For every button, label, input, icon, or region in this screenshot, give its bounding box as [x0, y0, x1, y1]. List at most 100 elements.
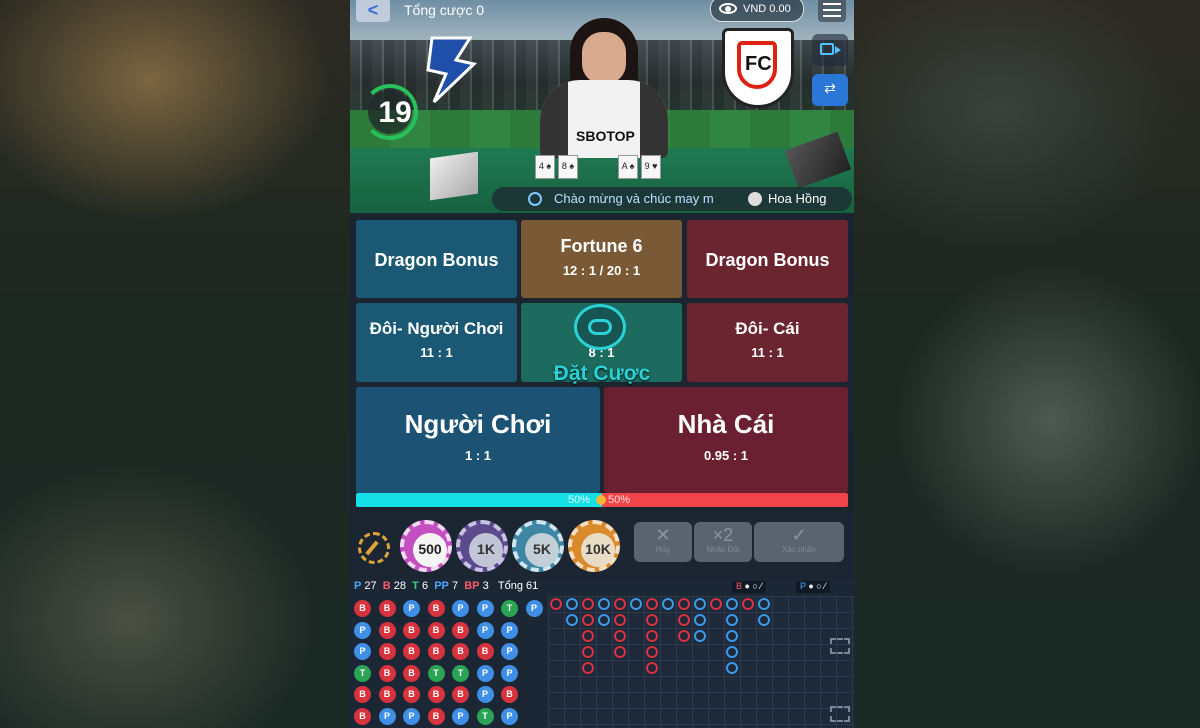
banker-ratio-fill [602, 493, 848, 507]
big-road-banker-mark [646, 598, 658, 610]
bead-player: P [476, 686, 494, 703]
camera-icon [820, 43, 841, 55]
chips-icon [574, 304, 626, 350]
place-bet-label: Đặt Cược [553, 362, 651, 385]
big-road [548, 596, 854, 728]
player-ask-road[interactable]: P ● ○ ⁄ [796, 581, 830, 593]
banker-ratio-text: 50% [608, 494, 631, 506]
bead-tie: T [452, 664, 469, 682]
bead-player: P [501, 664, 518, 682]
bead-banker: B [354, 600, 371, 617]
card: 9 ♥ [641, 155, 661, 179]
menu-button[interactable] [818, 0, 846, 22]
big-road-banker-mark [742, 598, 754, 610]
bet-banker-pair[interactable]: Đôi- Cái 11 : 1 [687, 303, 848, 382]
chip-1k[interactable]: 1K [456, 520, 508, 572]
bead-banker: B [378, 686, 396, 703]
chip-5k[interactable]: 5K [512, 520, 564, 572]
road-map: P 27 B 28 T 6 PP 7 BP 3 Tổng 61 B ● ○ ⁄ … [350, 580, 854, 728]
bead-tie: T [476, 707, 494, 725]
big-road-player-mark [726, 646, 738, 658]
expand-icon[interactable] [830, 706, 850, 722]
bead-banker: B [403, 621, 420, 639]
bead-player: P [378, 707, 396, 725]
bead-banker: B [452, 621, 469, 639]
chip-10k[interactable]: 10K [568, 520, 620, 572]
broadcast-icon [528, 192, 542, 206]
bet-player[interactable]: Người Chơi 1 : 1 [356, 387, 600, 493]
player-ratio-fill [356, 493, 602, 507]
club-crest-icon: FC [722, 28, 794, 108]
bead-banker: B [427, 707, 445, 725]
bead-banker: B [427, 600, 445, 617]
bet-banker[interactable]: Nhà Cái 0.95 : 1 [604, 387, 848, 493]
bet-fortune-6[interactable]: Fortune 6 12 : 1 / 20 : 1 [521, 220, 682, 298]
big-road-banker-mark [614, 598, 626, 610]
video-toggle-button[interactable] [812, 34, 848, 66]
bet-dragon-bonus-banker[interactable]: Dragon Bonus [687, 220, 848, 298]
eye-icon [719, 3, 737, 14]
bet-player-pair[interactable]: Đôi- Người Chơi 11 : 1 [356, 303, 517, 382]
game-window: SBOTOP 4 ♠ 8 ♠ A ♠ 9 ♥ FC 19 < Tổng cược… [350, 0, 854, 728]
chip-selector: 500 1K 5K 10K ✕ Hủy ×2 Nhân Đôi ✓ Xác nh… [350, 512, 854, 580]
chip-500[interactable]: 500 [400, 520, 452, 572]
big-road-banker-mark [614, 646, 626, 658]
dealer: SBOTOP [540, 18, 668, 158]
big-road-player-mark [694, 614, 706, 626]
cancel-button[interactable]: ✕ Hủy [634, 522, 692, 562]
countdown-timer: 19 [362, 84, 428, 140]
back-button[interactable]: < [356, 0, 390, 22]
bead-banker: B [476, 643, 494, 660]
big-road-banker-mark [710, 598, 722, 610]
total-rounds: Tổng 61 [497, 580, 539, 592]
dealer-name: Hoa Hồng [768, 191, 827, 206]
big-road-banker-mark [582, 662, 594, 674]
bead-player: P [403, 600, 420, 617]
big-road-banker-mark [678, 630, 690, 642]
big-road-player-mark [726, 598, 738, 610]
bead-player: P [501, 707, 518, 725]
bead-player: P [354, 643, 371, 660]
big-road-player-mark [566, 614, 578, 626]
bead-banker: B [378, 643, 396, 660]
hamburger-icon [823, 3, 841, 5]
edit-chips-icon[interactable] [358, 532, 390, 564]
bet-dragon-bonus-player[interactable]: Dragon Bonus [356, 220, 517, 298]
switch-table-button[interactable]: ⇄ [812, 74, 848, 106]
balance-toggle[interactable]: VND 0.00 [710, 0, 804, 22]
big-road-player-mark [758, 598, 770, 610]
card: 4 ♠ [535, 155, 555, 179]
bead-banker: B [354, 686, 371, 703]
card: A ♠ [618, 155, 638, 179]
sponsor-text: SBOTOP [576, 128, 635, 144]
bead-banker: B [378, 621, 396, 639]
bead-banker: B [452, 643, 469, 660]
expand-icon[interactable] [830, 638, 850, 654]
bead-banker: B [501, 686, 518, 703]
bead-banker: B [403, 686, 420, 703]
big-road-player-mark [566, 598, 578, 610]
confirm-button[interactable]: ✓ Xác nhận [754, 522, 844, 562]
bead-banker: B [354, 707, 371, 725]
bet-ratio-bar: 50% 50% [356, 493, 848, 507]
double-icon: ×2 [712, 525, 734, 545]
big-road-player-mark [694, 630, 706, 642]
double-button[interactable]: ×2 Nhân Đôi [694, 522, 752, 562]
bead-tie: T [427, 664, 445, 682]
total-bet-text: Tổng cược 0 [404, 2, 485, 18]
player-ratio-text: 50% [568, 494, 591, 506]
bead-player: P [476, 621, 494, 639]
big-road-banker-mark [582, 598, 594, 610]
big-road-player-mark [598, 598, 610, 610]
bead-player: P [476, 600, 494, 617]
big-road-banker-mark [678, 614, 690, 626]
close-icon: ✕ [655, 525, 671, 545]
big-road-banker-mark [646, 614, 658, 626]
player-cards: 4 ♠ 8 ♠ [535, 155, 578, 179]
big-road-banker-mark [550, 598, 562, 610]
bead-banker: B [427, 621, 445, 639]
banker-ask-road[interactable]: B ● ○ ⁄ [732, 581, 766, 593]
balance-value: VND 0.00 [743, 3, 791, 15]
bead-player: P [525, 600, 543, 617]
top-bar: < Tổng cược 0 VND 0.00 [350, 0, 854, 22]
